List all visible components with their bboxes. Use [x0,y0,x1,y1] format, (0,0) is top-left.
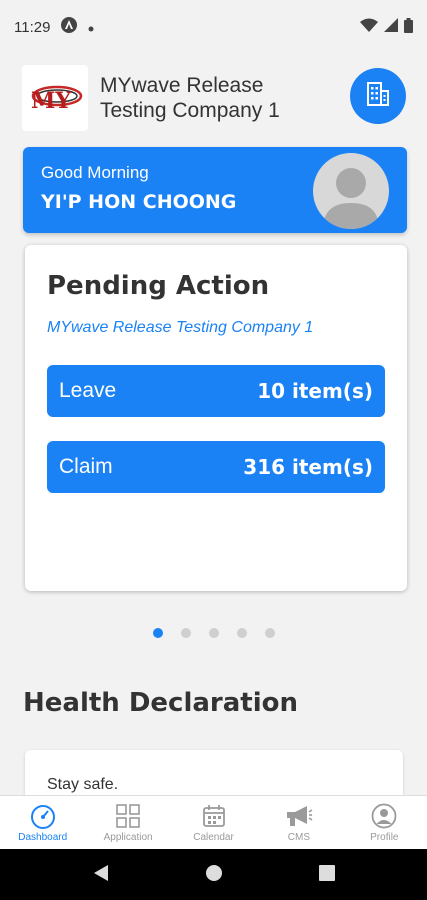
nav-cms[interactable]: CMS [256,796,341,849]
status-bar: 11:29 [0,0,427,54]
svg-text:MY: MY [31,88,71,114]
nav-label: Calendar [193,832,234,843]
nav-label: Dashboard [18,832,68,843]
home-icon[interactable] [205,864,223,886]
calendar-icon [202,802,226,830]
app-notification-icon [60,16,78,38]
nav-label: Profile [370,832,399,843]
building-icon [365,81,391,111]
nav-dashboard[interactable]: Dashboard [0,796,85,849]
switch-company-button[interactable] [350,68,406,124]
carousel-dot[interactable] [180,628,191,638]
nav-label: CMS [287,832,311,843]
signal-icon [384,18,398,36]
pending-claim-row[interactable]: Claim 316 item(s) [47,441,385,493]
nav-calendar[interactable]: Calendar [171,796,256,849]
wifi-icon [360,18,378,36]
company-logo: MY [22,65,88,131]
pending-company-name: MYwave Release Testing Company 1 [47,319,314,336]
greeting-text: Good Morning [41,163,149,182]
grid-icon [115,802,141,830]
dot-indicator-icon [88,18,94,36]
pending-row-count: 10 item(s) [257,379,373,403]
pending-row-count: 316 item(s) [243,455,373,479]
recents-icon[interactable] [318,864,335,885]
company-name: MYwave Release Testing Company 1 [100,74,280,122]
carousel-dot[interactable] [236,628,247,638]
nav-label: Application [103,832,153,843]
carousel-dot[interactable] [152,628,163,638]
pending-row-label: Claim [59,455,113,478]
bottom-navigation: Dashboard Application Calendar CMS Profi… [0,795,427,849]
pending-row-label: Leave [59,379,117,402]
greeting-card: Good Morning YI'P HON CHOONG [23,147,407,233]
profile-icon [371,802,397,830]
system-navigation-bar [0,849,427,900]
avatar[interactable] [313,153,389,229]
pending-leave-row[interactable]: Leave 10 item(s) [47,365,385,417]
carousel-dot[interactable] [264,628,275,638]
nav-application[interactable]: Application [85,796,170,849]
carousel-indicator [0,628,427,638]
user-name: YI'P HON CHOONG [41,191,237,213]
carousel-dot[interactable] [208,628,219,638]
app-header: MY MYwave Release Testing Company 1 [22,64,406,132]
pending-action-card: Pending Action MYwave Release Testing Co… [25,245,407,591]
status-time: 11:29 [14,18,51,36]
nav-profile[interactable]: Profile [342,796,427,849]
health-declaration-title: Health Declaration [23,688,299,718]
back-icon[interactable] [93,864,109,886]
health-message: Stay safe. [47,776,119,793]
megaphone-icon [285,802,313,830]
person-icon [323,168,379,229]
pending-action-title: Pending Action [47,271,270,301]
battery-icon [404,17,413,37]
speedometer-icon [29,802,57,830]
